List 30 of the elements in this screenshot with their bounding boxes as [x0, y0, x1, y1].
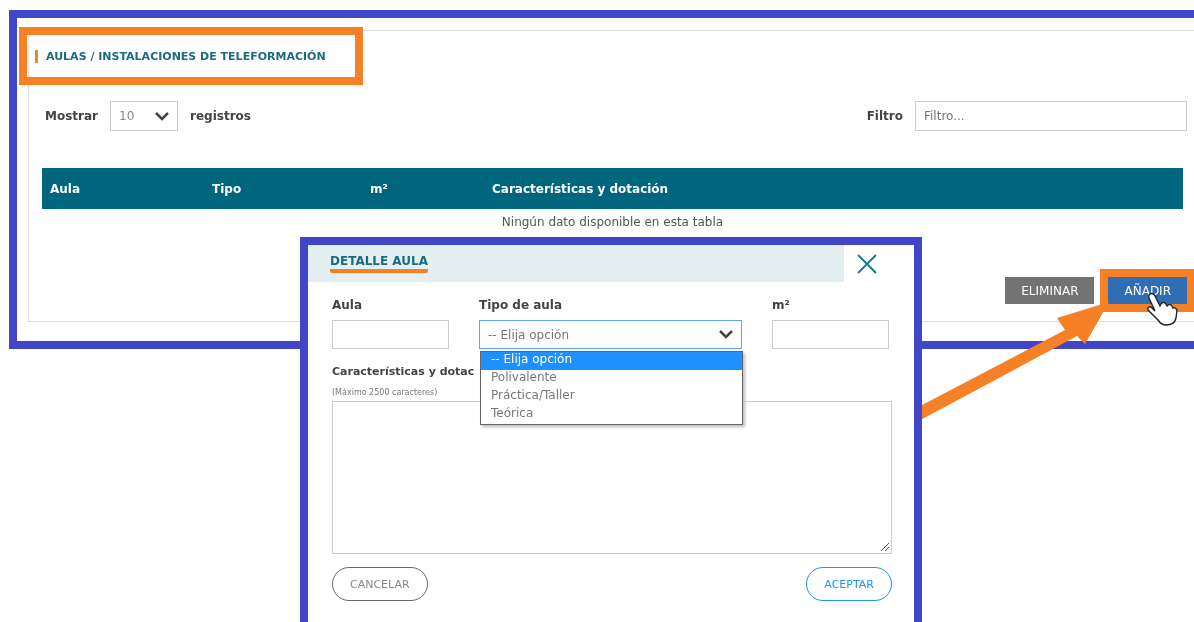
accept-button[interactable]: ACEPTAR — [806, 567, 892, 601]
page-length-select[interactable]: 10 — [110, 101, 178, 131]
chevron-icon — [155, 111, 169, 121]
records-label: registros — [190, 109, 251, 123]
delete-button[interactable]: ELIMINAR — [1005, 277, 1095, 304]
filter-field[interactable]: Filtro... — [915, 101, 1187, 131]
filter-label: Filtro — [866, 109, 903, 123]
character-limit-hint: (Máximo 2500 caracteres) — [332, 388, 438, 397]
column-header: Aula — [49, 181, 82, 196]
dialog-title: DETALLE AULA — [330, 254, 428, 273]
chevron-icon — [719, 330, 733, 339]
field-label: Tipo de aula — [479, 298, 564, 312]
section-title: AULAS / INSTALACIONES DE TELEFORMACIÓN — [35, 49, 326, 63]
field-label: Características y dotac — [332, 365, 475, 378]
close-icon[interactable] — [856, 252, 878, 275]
resize-grip-icon[interactable] — [880, 542, 889, 551]
empty-table-message: Ningún dato disponible en esta tabla — [500, 215, 725, 229]
field-label: Aula — [332, 298, 364, 312]
field-label: m² — [772, 298, 791, 312]
input-field[interactable] — [332, 320, 449, 349]
dropdown-option[interactable]: Teórica — [481, 406, 742, 424]
input-field[interactable] — [772, 320, 889, 349]
column-header: Características y dotación — [491, 181, 670, 196]
cancel-button[interactable]: CANCELAR — [332, 567, 428, 601]
dropdown-option[interactable]: -- Elija opción — [481, 352, 742, 370]
column-header: m² — [369, 181, 389, 196]
column-header: Tipo — [211, 181, 243, 196]
dropdown-option[interactable]: Práctica/Taller — [481, 388, 742, 406]
dropdown-option[interactable]: Polivalente — [481, 370, 742, 388]
show-label: Mostrar — [45, 109, 98, 123]
